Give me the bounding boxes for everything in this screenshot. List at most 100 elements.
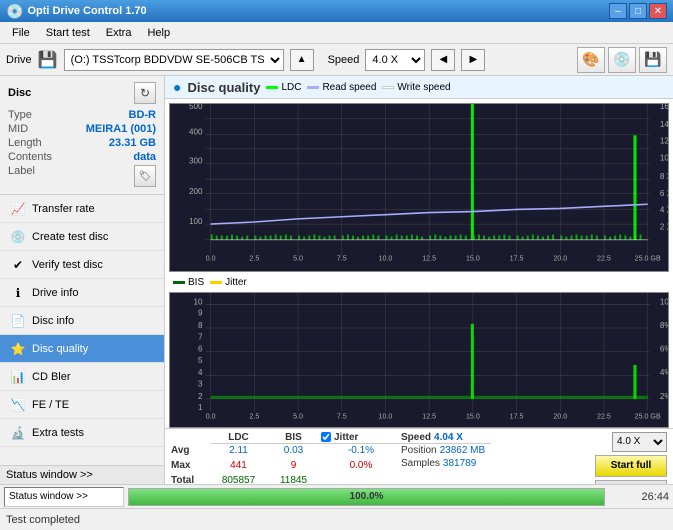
sidebar-item-cd-bler[interactable]: 📊 CD Bler xyxy=(0,363,164,391)
disc-color-button[interactable]: 🎨 xyxy=(577,47,605,73)
svg-text:4: 4 xyxy=(198,368,203,377)
ldc-col-header: LDC xyxy=(211,432,266,444)
drive-info-label: Drive info xyxy=(32,287,78,299)
svg-text:10%: 10% xyxy=(660,297,668,306)
svg-text:20.0: 20.0 xyxy=(553,412,567,420)
drive-select[interactable]: (O:) TSSTcorp BDDVDW SE-506CB TS02 xyxy=(64,49,284,71)
extra-tests-icon: 🔬 xyxy=(10,425,26,441)
svg-text:16 X: 16 X xyxy=(660,104,668,111)
bis-chart: 10 9 8 7 6 5 4 3 2 1 10% 8% 6% 4% 2% xyxy=(169,292,669,428)
progress-bar: 100.0% xyxy=(128,488,605,506)
create-test-disc-icon: 💿 xyxy=(10,229,26,245)
svg-text:12.5: 12.5 xyxy=(422,412,436,420)
drive-eject-button[interactable]: ▲ xyxy=(290,49,314,71)
speed-select[interactable]: 4.0 X xyxy=(365,49,425,71)
legend-ldc: LDC xyxy=(266,82,301,93)
ldc-avg-value: 2.11 xyxy=(211,445,266,459)
svg-text:5.0: 5.0 xyxy=(293,254,303,263)
jitter-color xyxy=(210,281,222,284)
svg-text:1: 1 xyxy=(198,403,203,412)
menu-file[interactable]: File xyxy=(4,25,38,41)
cd-bler-label: CD Bler xyxy=(32,371,71,383)
save-button[interactable]: 💾 xyxy=(639,47,667,73)
sidebar: Disc ↻ Type BD-R MID MEIRA1 (001) Length… xyxy=(0,76,165,484)
status-text-panel: Status window >> xyxy=(4,487,124,507)
fe-te-label: FE / TE xyxy=(32,399,69,411)
ldc-color xyxy=(266,86,278,89)
speed-select-stats[interactable]: 4.0 X xyxy=(612,432,667,452)
minimize-button[interactable]: – xyxy=(609,3,627,19)
stats-area: Avg Max Total LDC 2.11 441 805857 BIS 0.… xyxy=(165,428,673,484)
fe-te-icon: 📉 xyxy=(10,397,26,413)
legend-write-speed: Write speed xyxy=(382,82,450,93)
start-part-button[interactable]: Start part xyxy=(595,480,667,484)
length-value: 23.31 GB xyxy=(109,137,156,149)
drive-icon: 💾 xyxy=(38,50,58,70)
sidebar-item-transfer-rate[interactable]: 📈 Transfer rate xyxy=(0,195,164,223)
svg-text:14 X: 14 X xyxy=(660,120,668,129)
disc-refresh-button[interactable]: ↻ xyxy=(134,82,156,104)
close-button[interactable]: ✕ xyxy=(649,3,667,19)
disc-quality-label: Disc quality xyxy=(32,343,88,355)
menu-starttest[interactable]: Start test xyxy=(38,25,98,41)
svg-text:12.5: 12.5 xyxy=(422,254,436,263)
extra-tests-label: Extra tests xyxy=(32,427,84,439)
bis-color xyxy=(173,281,185,284)
svg-text:22.5: 22.5 xyxy=(597,254,611,263)
sidebar-item-extra-tests[interactable]: 🔬 Extra tests xyxy=(0,419,164,447)
chart-title: Disc quality xyxy=(187,80,260,95)
bis-chart-svg: 10 9 8 7 6 5 4 3 2 1 10% 8% 6% 4% 2% xyxy=(170,293,668,427)
speed-next-button[interactable]: ▶ xyxy=(461,49,485,71)
svg-text:17.5: 17.5 xyxy=(510,254,524,263)
sidebar-item-verify-test-disc[interactable]: ✔ Verify test disc xyxy=(0,251,164,279)
bis-legend-label: BIS xyxy=(188,277,204,288)
svg-text:500: 500 xyxy=(189,104,203,111)
status-window-button[interactable]: Status window >> xyxy=(0,465,164,484)
svg-text:15.0: 15.0 xyxy=(466,412,480,420)
app-icon: 💿 xyxy=(6,3,23,20)
menubar: File Start test Extra Help xyxy=(0,22,673,44)
transfer-rate-icon: 📈 xyxy=(10,201,26,217)
jitter-total-value xyxy=(321,475,401,484)
sidebar-item-create-test-disc[interactable]: 💿 Create test disc xyxy=(0,223,164,251)
ldc-total-value: 805857 xyxy=(211,475,266,484)
label-edit-button[interactable]: 🏷 xyxy=(134,165,156,187)
ldc-legend-label: LDC xyxy=(281,82,301,93)
menu-help[interactable]: Help xyxy=(139,25,178,41)
menu-extra[interactable]: Extra xyxy=(98,25,140,41)
svg-text:20.0: 20.0 xyxy=(553,254,567,263)
jitter-col-header: Jitter xyxy=(334,432,358,443)
svg-text:2 X: 2 X xyxy=(660,222,668,231)
svg-text:10.0: 10.0 xyxy=(379,254,393,263)
sidebar-item-disc-quality[interactable]: ⭐ Disc quality xyxy=(0,335,164,363)
svg-text:100: 100 xyxy=(189,217,203,226)
svg-text:3: 3 xyxy=(198,380,203,389)
svg-text:8%: 8% xyxy=(660,321,668,330)
start-full-button[interactable]: Start full xyxy=(595,455,667,477)
jitter-avg-value: -0.1% xyxy=(321,445,401,459)
drive-label: Drive xyxy=(6,54,32,66)
maximize-button[interactable]: □ xyxy=(629,3,647,19)
speed-col-label: Speed xyxy=(401,432,431,443)
legend-read-speed: Read speed xyxy=(307,82,376,93)
svg-text:300: 300 xyxy=(189,156,203,165)
svg-text:7.5: 7.5 xyxy=(337,412,347,420)
sidebar-item-fe-te[interactable]: 📉 FE / TE xyxy=(0,391,164,419)
svg-text:2.5: 2.5 xyxy=(249,254,259,263)
mid-value: MEIRA1 (001) xyxy=(86,123,156,135)
jitter-checkbox[interactable] xyxy=(321,432,331,442)
svg-text:5.0: 5.0 xyxy=(293,412,303,420)
sidebar-item-disc-info[interactable]: 📄 Disc info xyxy=(0,307,164,335)
disc-action-button[interactable]: 💿 xyxy=(608,47,636,73)
chart-header: ● Disc quality LDC Read speed Write spee… xyxy=(165,76,673,99)
speed-label: Speed xyxy=(328,54,360,66)
read-speed-legend-label: Read speed xyxy=(322,82,376,93)
verify-test-disc-label: Verify test disc xyxy=(32,259,103,271)
position-col-label: Position xyxy=(401,445,437,456)
sidebar-item-drive-info[interactable]: ℹ Drive info xyxy=(0,279,164,307)
charts-area: 500 400 300 200 100 16 X 14 X 12 X 10 X … xyxy=(165,99,673,428)
svg-text:10.0: 10.0 xyxy=(379,412,393,420)
status-bar: Status window >> 100.0% 26:44 xyxy=(0,484,673,508)
disc-info-label: Disc info xyxy=(32,315,74,327)
speed-prev-button[interactable]: ◀ xyxy=(431,49,455,71)
